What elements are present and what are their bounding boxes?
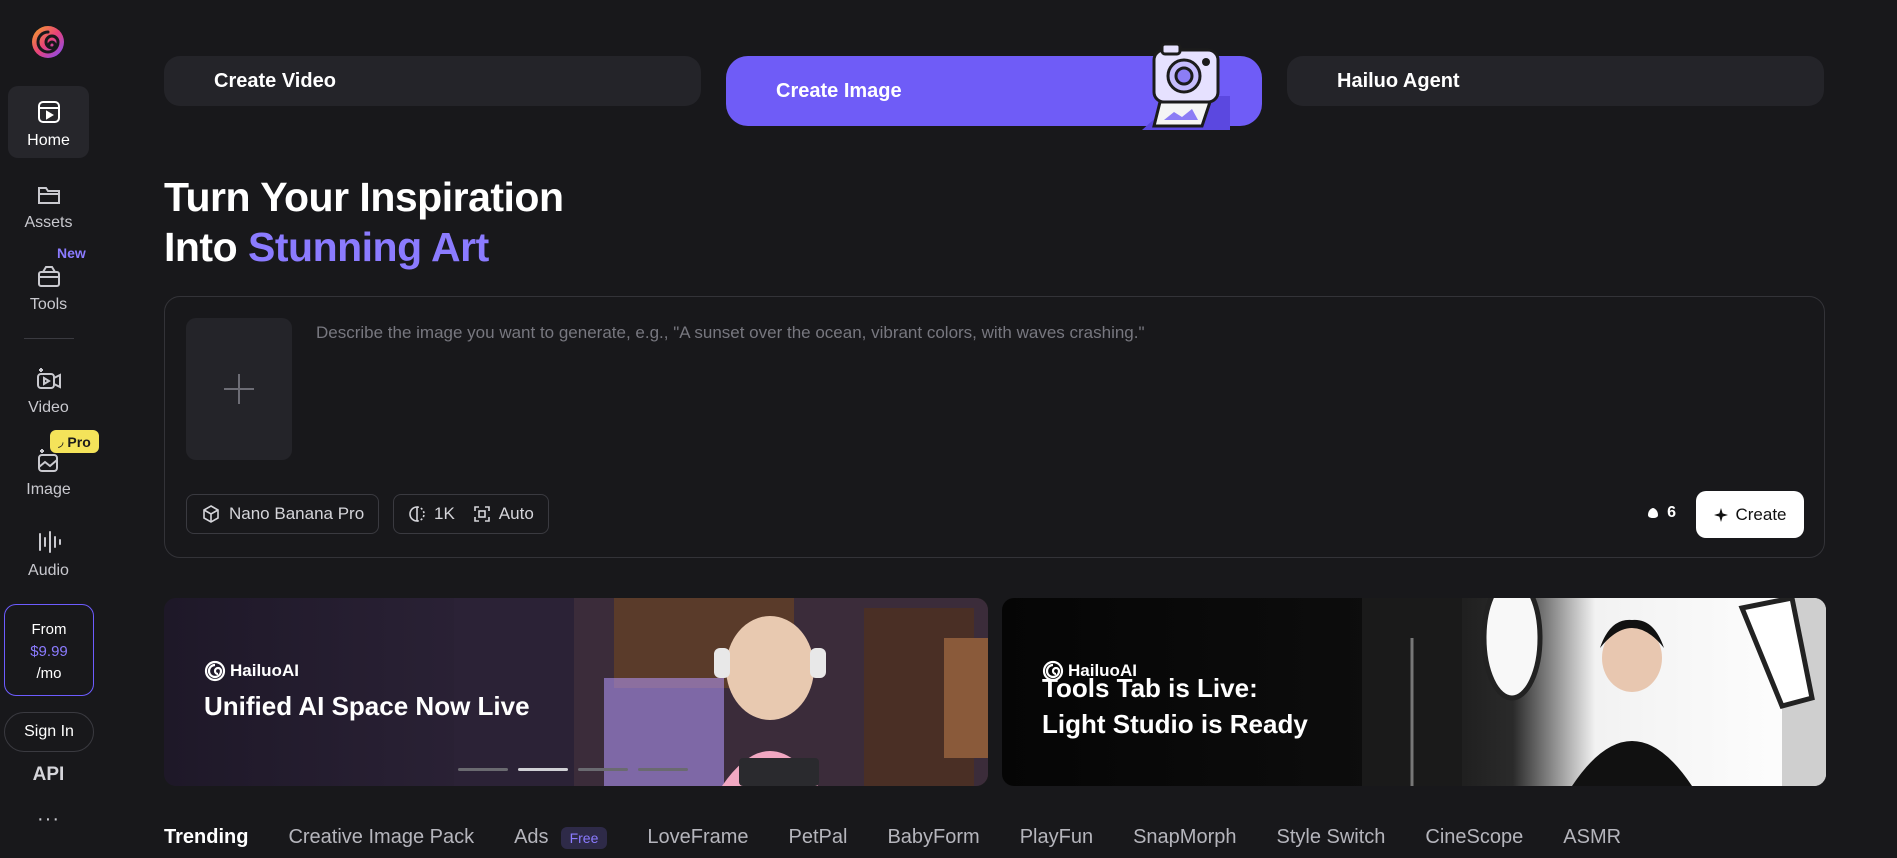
free-badge: Free: [560, 826, 608, 849]
prompt-card: Describe the image you want to generate,…: [164, 296, 1825, 558]
price-amount: $9.99: [30, 643, 68, 660]
tab-create-video[interactable]: Create Video: [164, 56, 701, 106]
folder-icon: [37, 187, 60, 204]
sidebar-item-audio[interactable]: Audio: [8, 516, 89, 588]
instant-camera-icon: [1142, 42, 1230, 130]
category-item[interactable]: Creative Image Pack: [288, 826, 474, 849]
carousel-dot[interactable]: [578, 768, 628, 771]
plus-icon: [224, 374, 254, 404]
sidebar-item-label: Video: [28, 399, 69, 416]
cube-icon: [203, 505, 219, 523]
model-selector[interactable]: Nano Banana Pro: [186, 494, 380, 534]
credits-icon: [1648, 508, 1659, 518]
audio-icon: [38, 531, 61, 553]
category-item[interactable]: PlayFun: [1020, 826, 1093, 849]
category-item[interactable]: LoveFrame: [647, 826, 748, 849]
hailuo-logo-icon[interactable]: [30, 24, 66, 60]
category-item[interactable]: PetPal: [789, 826, 848, 849]
sidebar-item-image[interactable]: Image: [8, 435, 89, 507]
create-button[interactable]: Create: [1696, 491, 1804, 538]
hailuo-logo-icon: [204, 660, 226, 682]
category-item[interactable]: BabyForm: [887, 826, 979, 849]
video-icon: [36, 368, 61, 389]
sidebar-item-tools[interactable]: Tools: [8, 250, 89, 322]
sidebar-item-assets[interactable]: Assets: [8, 168, 89, 240]
carousel-dot[interactable]: [458, 768, 508, 771]
sidebar-item-label: Image: [26, 481, 71, 498]
upload-image-button[interactable]: [186, 318, 292, 460]
sparkle-icon: [1714, 507, 1729, 522]
prompt-input[interactable]: Describe the image you want to generate,…: [316, 323, 1766, 343]
carousel-dot[interactable]: [638, 768, 688, 771]
more-icon[interactable]: ···: [0, 808, 97, 831]
banner-title: Unified AI Space Now Live: [204, 691, 530, 721]
sidebar-item-label: Home: [27, 132, 70, 149]
category-trending[interactable]: Trending: [164, 826, 248, 849]
tools-icon: [37, 266, 60, 287]
sidebar: Home Assets New Tools Video ◞ Pro Image A…: [0, 0, 99, 858]
banner-title: Tools Tab is Live: Light Studio is Ready: [1042, 673, 1308, 739]
category-item[interactable]: Ads: [514, 826, 548, 849]
hailuo-brand: HailuoAI: [204, 660, 299, 682]
carousel-dots[interactable]: [458, 768, 688, 771]
sign-in-button[interactable]: Sign In: [4, 712, 94, 752]
banner-tools-tab-live[interactable]: HailuoAI Tools Tab is Live: Light Studio…: [1002, 598, 1826, 786]
tab-hailuo-agent[interactable]: Hailuo Agent: [1287, 56, 1824, 106]
home-icon: [37, 101, 60, 123]
pricing-button[interactable]: From $9.99 /mo: [4, 604, 94, 696]
carousel-dot-active[interactable]: [518, 768, 568, 771]
category-item[interactable]: CineScope: [1425, 826, 1523, 849]
sidebar-item-home[interactable]: Home: [8, 86, 89, 158]
sidebar-item-label: Tools: [29, 296, 68, 313]
category-item[interactable]: Style Switch: [1276, 826, 1385, 849]
credits-counter: 6: [1645, 504, 1676, 522]
sidebar-divider: [24, 338, 74, 339]
sidebar-item-label: Audio: [28, 562, 69, 579]
api-link[interactable]: API: [0, 764, 97, 786]
page-title: Turn Your Inspiration Into Stunning Art: [164, 174, 564, 270]
banner-unified-ai-space[interactable]: HailuoAI Unified AI Space Now Live: [164, 598, 988, 786]
category-tabs: Trending Creative Image Pack Ads Free Lo…: [164, 826, 1661, 849]
resolution-aspect-selector[interactable]: 1K Auto: [393, 494, 549, 534]
aspect-ratio-icon: [473, 506, 490, 522]
category-item[interactable]: ASMR: [1563, 826, 1621, 849]
image-icon: [37, 449, 58, 472]
sidebar-item-label: Assets: [24, 214, 73, 231]
resolution-icon: [409, 506, 425, 522]
banner-illustration: [1362, 598, 1826, 786]
banner-illustration: [454, 598, 988, 786]
price-period: /mo: [36, 665, 62, 682]
category-item[interactable]: SnapMorph: [1133, 826, 1236, 849]
sidebar-item-video[interactable]: Video: [8, 353, 89, 425]
price-from: From: [31, 621, 67, 638]
